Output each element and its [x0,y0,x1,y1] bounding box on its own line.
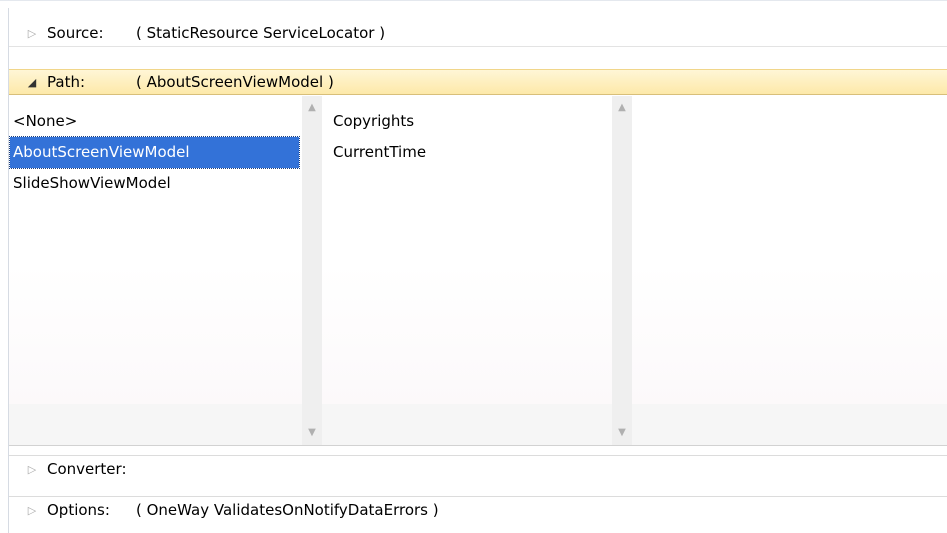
source-row[interactable]: ▷ Source: ( StaticResource ServiceLocato… [9,20,947,47]
panel-bottom-shade [9,404,947,445]
source-label: Source: [47,24,104,42]
left-list-scrollbar[interactable]: ▲ ▼ [302,96,322,445]
options-value: ( OneWay ValidatesOnNotifyDataErrors ) [136,501,439,519]
collapse-triangle-icon[interactable]: ◢ [25,76,39,89]
right-list-scrollbar[interactable]: ▲ ▼ [612,96,632,445]
scroll-up-arrow-icon[interactable]: ▲ [612,100,632,116]
list-item[interactable]: <None> [10,106,299,137]
list-item[interactable]: Copyrights [330,106,602,137]
list-item-selected[interactable]: AboutScreenViewModel [9,136,300,169]
expand-triangle-icon[interactable]: ▷ [25,504,39,517]
list-item[interactable]: CurrentTime [330,137,602,168]
converter-label: Converter: [47,460,127,478]
options-row[interactable]: ▷ Options: ( OneWay ValidatesOnNotifyDat… [9,496,947,523]
property-list[interactable]: Copyrights CurrentTime [330,106,602,168]
scroll-down-arrow-icon[interactable]: ▼ [612,425,632,441]
top-border [0,0,947,1]
converter-row[interactable]: ▷ Converter: [9,455,947,482]
scroll-up-arrow-icon[interactable]: ▲ [302,100,322,116]
path-label: Path: [47,73,86,91]
source-object-list[interactable]: <None> AboutScreenViewModel SlideShowVie… [9,106,300,199]
path-value: ( AboutScreenViewModel ) [136,73,334,91]
expand-triangle-icon[interactable]: ▷ [25,27,39,40]
path-row[interactable]: ◢ Path: ( AboutScreenViewModel ) [9,69,947,95]
list-item[interactable]: SlideShowViewModel [10,168,299,199]
expand-triangle-icon[interactable]: ▷ [25,463,39,476]
source-value: ( StaticResource ServiceLocator ) [136,24,386,42]
scroll-down-arrow-icon[interactable]: ▼ [302,425,322,441]
options-label: Options: [47,501,110,519]
